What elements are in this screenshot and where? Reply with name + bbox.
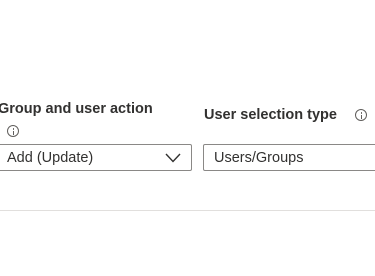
user-selection-type-label: User selection type	[204, 107, 337, 123]
user-selection-type-value: Users/Groups	[214, 150, 304, 166]
chevron-down-icon	[165, 153, 181, 163]
group-and-user-action-dropdown[interactable]: Add (Update)	[0, 144, 192, 171]
info-icon[interactable]	[355, 109, 367, 121]
dropdown-selected-value: Add (Update)	[7, 150, 94, 166]
form-section: Group and user action User selection typ…	[0, 0, 375, 276]
info-icon[interactable]	[7, 125, 19, 137]
group-and-user-action-label: Group and user action	[0, 101, 153, 117]
user-selection-type-field[interactable]: Users/Groups	[203, 144, 375, 171]
section-divider	[0, 210, 375, 211]
